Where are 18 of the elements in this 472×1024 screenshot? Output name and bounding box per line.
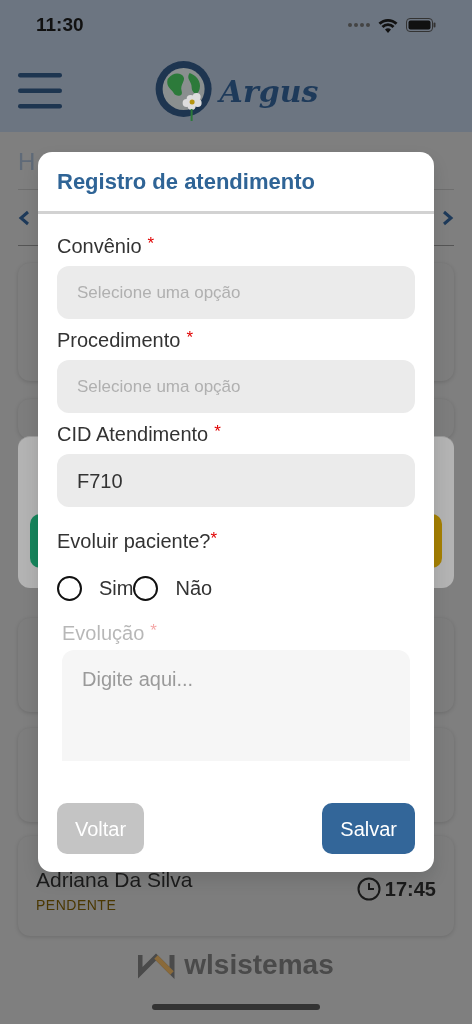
radio-label: Não (175, 576, 213, 602)
field-label: CID Atendimento * (57, 422, 222, 447)
back-button[interactable]: Voltar (57, 803, 145, 855)
field-label: Evolução * (61, 621, 158, 646)
save-button[interactable]: Salvar (322, 803, 415, 855)
status-time: 11:30 (36, 12, 84, 37)
select-field[interactable]: Selecione uma opção (57, 266, 415, 320)
brand-name: Argus (219, 73, 319, 109)
field-label: Evoluir paciente?* (57, 529, 219, 554)
appointment-time: 17:45 (384, 877, 436, 902)
radio-label: Sim (99, 576, 134, 602)
input-field[interactable]: F710 (57, 454, 415, 508)
patient-name: Adriana Da Silva (36, 866, 193, 893)
dialog-title: Registro de atendimento (38, 152, 434, 215)
status-label: PENDENTE (36, 896, 118, 915)
field-label: Convênio * (57, 234, 156, 259)
select-field[interactable]: Selecione uma opção (57, 360, 415, 414)
field-label: Procedimento * (57, 328, 195, 353)
